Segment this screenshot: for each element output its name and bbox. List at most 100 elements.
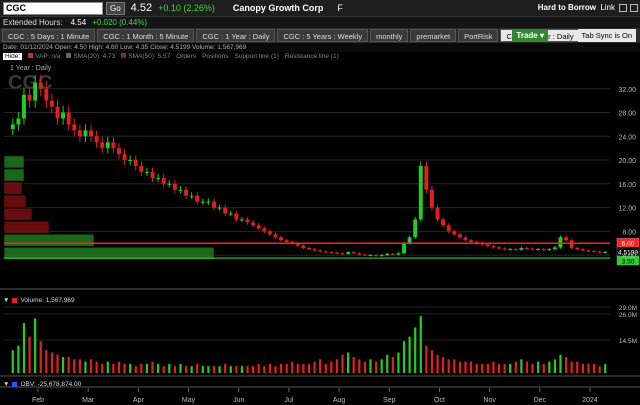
tab-monthly[interactable]: monthly (370, 29, 409, 42)
indicator-sma50[interactable]: SMA(50): 5.57 (121, 53, 170, 60)
price-candle (33, 82, 38, 101)
volume-bar (112, 363, 115, 373)
indicator-orders[interactable]: Orders (176, 53, 196, 60)
volume-bar (240, 366, 244, 373)
indicator-resistance-line[interactable]: Resistance line (1) (285, 53, 339, 60)
hide-button[interactable]: Hide: (3, 53, 23, 60)
tab-1year[interactable]: CGC : 1 Year : Daily (196, 29, 276, 42)
volume-bar (374, 361, 378, 373)
vap-bar (3, 234, 95, 247)
volume-bar (347, 352, 350, 373)
price-candle (217, 207, 222, 209)
x-axis-label: Dec (534, 397, 547, 404)
volume-bar (408, 336, 411, 373)
volume-bar (140, 363, 143, 373)
price-candle (323, 251, 328, 253)
price-chart[interactable]: CGC 1 Year : Daily 6.004.51993.50 32.002… (0, 61, 640, 405)
volume-bar (581, 363, 584, 373)
price-candle (22, 94, 26, 119)
volume-bar (335, 359, 339, 373)
price-candle (284, 240, 289, 243)
link-label[interactable]: Link (600, 3, 615, 12)
go-button[interactable]: Go (106, 1, 125, 15)
tab-portrisk[interactable]: PortRisk (458, 29, 499, 42)
price-candle (469, 240, 474, 243)
volume-bar (162, 366, 165, 373)
volume-bar (453, 359, 456, 373)
restore-window-icon[interactable] (619, 4, 627, 12)
price-candle (385, 253, 390, 256)
indicator-vap[interactable]: VAP: n/a (28, 53, 60, 60)
indicator-sma20[interactable]: SMA(20): 4.73 (66, 53, 115, 60)
volume-bar (61, 357, 65, 373)
tab-1month[interactable]: CGC : 1 Month : 5 Minute (97, 29, 195, 42)
price-candle (61, 112, 66, 119)
volume-bar (179, 363, 182, 373)
price-candle (100, 142, 105, 149)
vap-bar (3, 220, 50, 234)
price-candle (139, 165, 144, 172)
volume-bar (246, 366, 249, 373)
price-candle (117, 148, 121, 155)
trade-button[interactable]: Trade ▾ (512, 29, 548, 42)
y-axis-tick-label: 4.00 (622, 253, 636, 260)
y-axis-tick-label: 12.00 (618, 206, 636, 213)
price-candle (267, 231, 272, 235)
volume-bar (475, 363, 478, 373)
volume-bar (168, 363, 171, 373)
price-candle (435, 207, 440, 220)
indicator-support-line[interactable]: Support line (1) (234, 53, 278, 60)
volume-bar (358, 359, 361, 373)
volume-bar (17, 345, 20, 373)
price-candle (105, 142, 110, 149)
price-candle (357, 253, 362, 255)
volume-bar (11, 350, 14, 373)
price-candle (508, 249, 513, 251)
chart-tab-bar: CGC : 5 Days : 1 Minute CGC : 1 Month : … (0, 28, 640, 43)
extended-price: 4.54 (70, 18, 87, 27)
vap-bar (3, 194, 27, 208)
volume-bar (380, 359, 383, 373)
tab-premarket[interactable]: premarket (410, 29, 457, 42)
price-candle (122, 154, 127, 161)
volume-bar (229, 366, 232, 373)
volume-bar (486, 363, 489, 373)
volume-bar (402, 341, 406, 373)
volume-bar (503, 363, 506, 373)
symbol-input[interactable] (3, 1, 103, 15)
volume-bar (184, 366, 188, 373)
volume-bar (341, 354, 344, 373)
volume-bar (352, 357, 355, 373)
price-candle (329, 252, 334, 254)
price-candle (340, 253, 345, 255)
x-axis-label: Nov (483, 397, 496, 404)
volume-bar (559, 354, 562, 373)
price-candle (161, 177, 166, 184)
indicator-positions[interactable]: Positions (202, 53, 228, 60)
tab-sync-button[interactable]: Tab Sync is On (577, 29, 636, 42)
price-candle (597, 251, 602, 253)
volume-axis-label: 14.5M (619, 338, 637, 345)
tab-5years[interactable]: CGC : 5 Years : Weekly (277, 29, 369, 42)
volume-bar (156, 363, 160, 373)
volume-bar (84, 361, 87, 373)
volume-bar (330, 361, 333, 373)
price-candle (49, 100, 54, 107)
volume-bar (67, 357, 70, 373)
volume-bar (447, 359, 450, 373)
price-candle (362, 254, 367, 256)
x-axis-label: Jul (284, 397, 293, 404)
obv-collapse-icon[interactable]: ▼ (3, 381, 9, 388)
volume-bar (39, 341, 42, 373)
volume-bar (363, 361, 367, 373)
volume-collapse-icon[interactable]: ▼ (3, 297, 9, 304)
volume-bar (514, 361, 517, 373)
tab-5days[interactable]: CGC : 5 Days : 1 Minute (2, 29, 96, 42)
volume-bar (525, 361, 529, 373)
volume-panel-label: ▼ Volume: 1,567,969 (3, 297, 75, 304)
volume-bar (520, 359, 523, 373)
volume-bar (151, 361, 154, 373)
price-candle (519, 247, 524, 250)
close-window-icon[interactable] (630, 4, 638, 12)
volume-bar (537, 361, 540, 373)
